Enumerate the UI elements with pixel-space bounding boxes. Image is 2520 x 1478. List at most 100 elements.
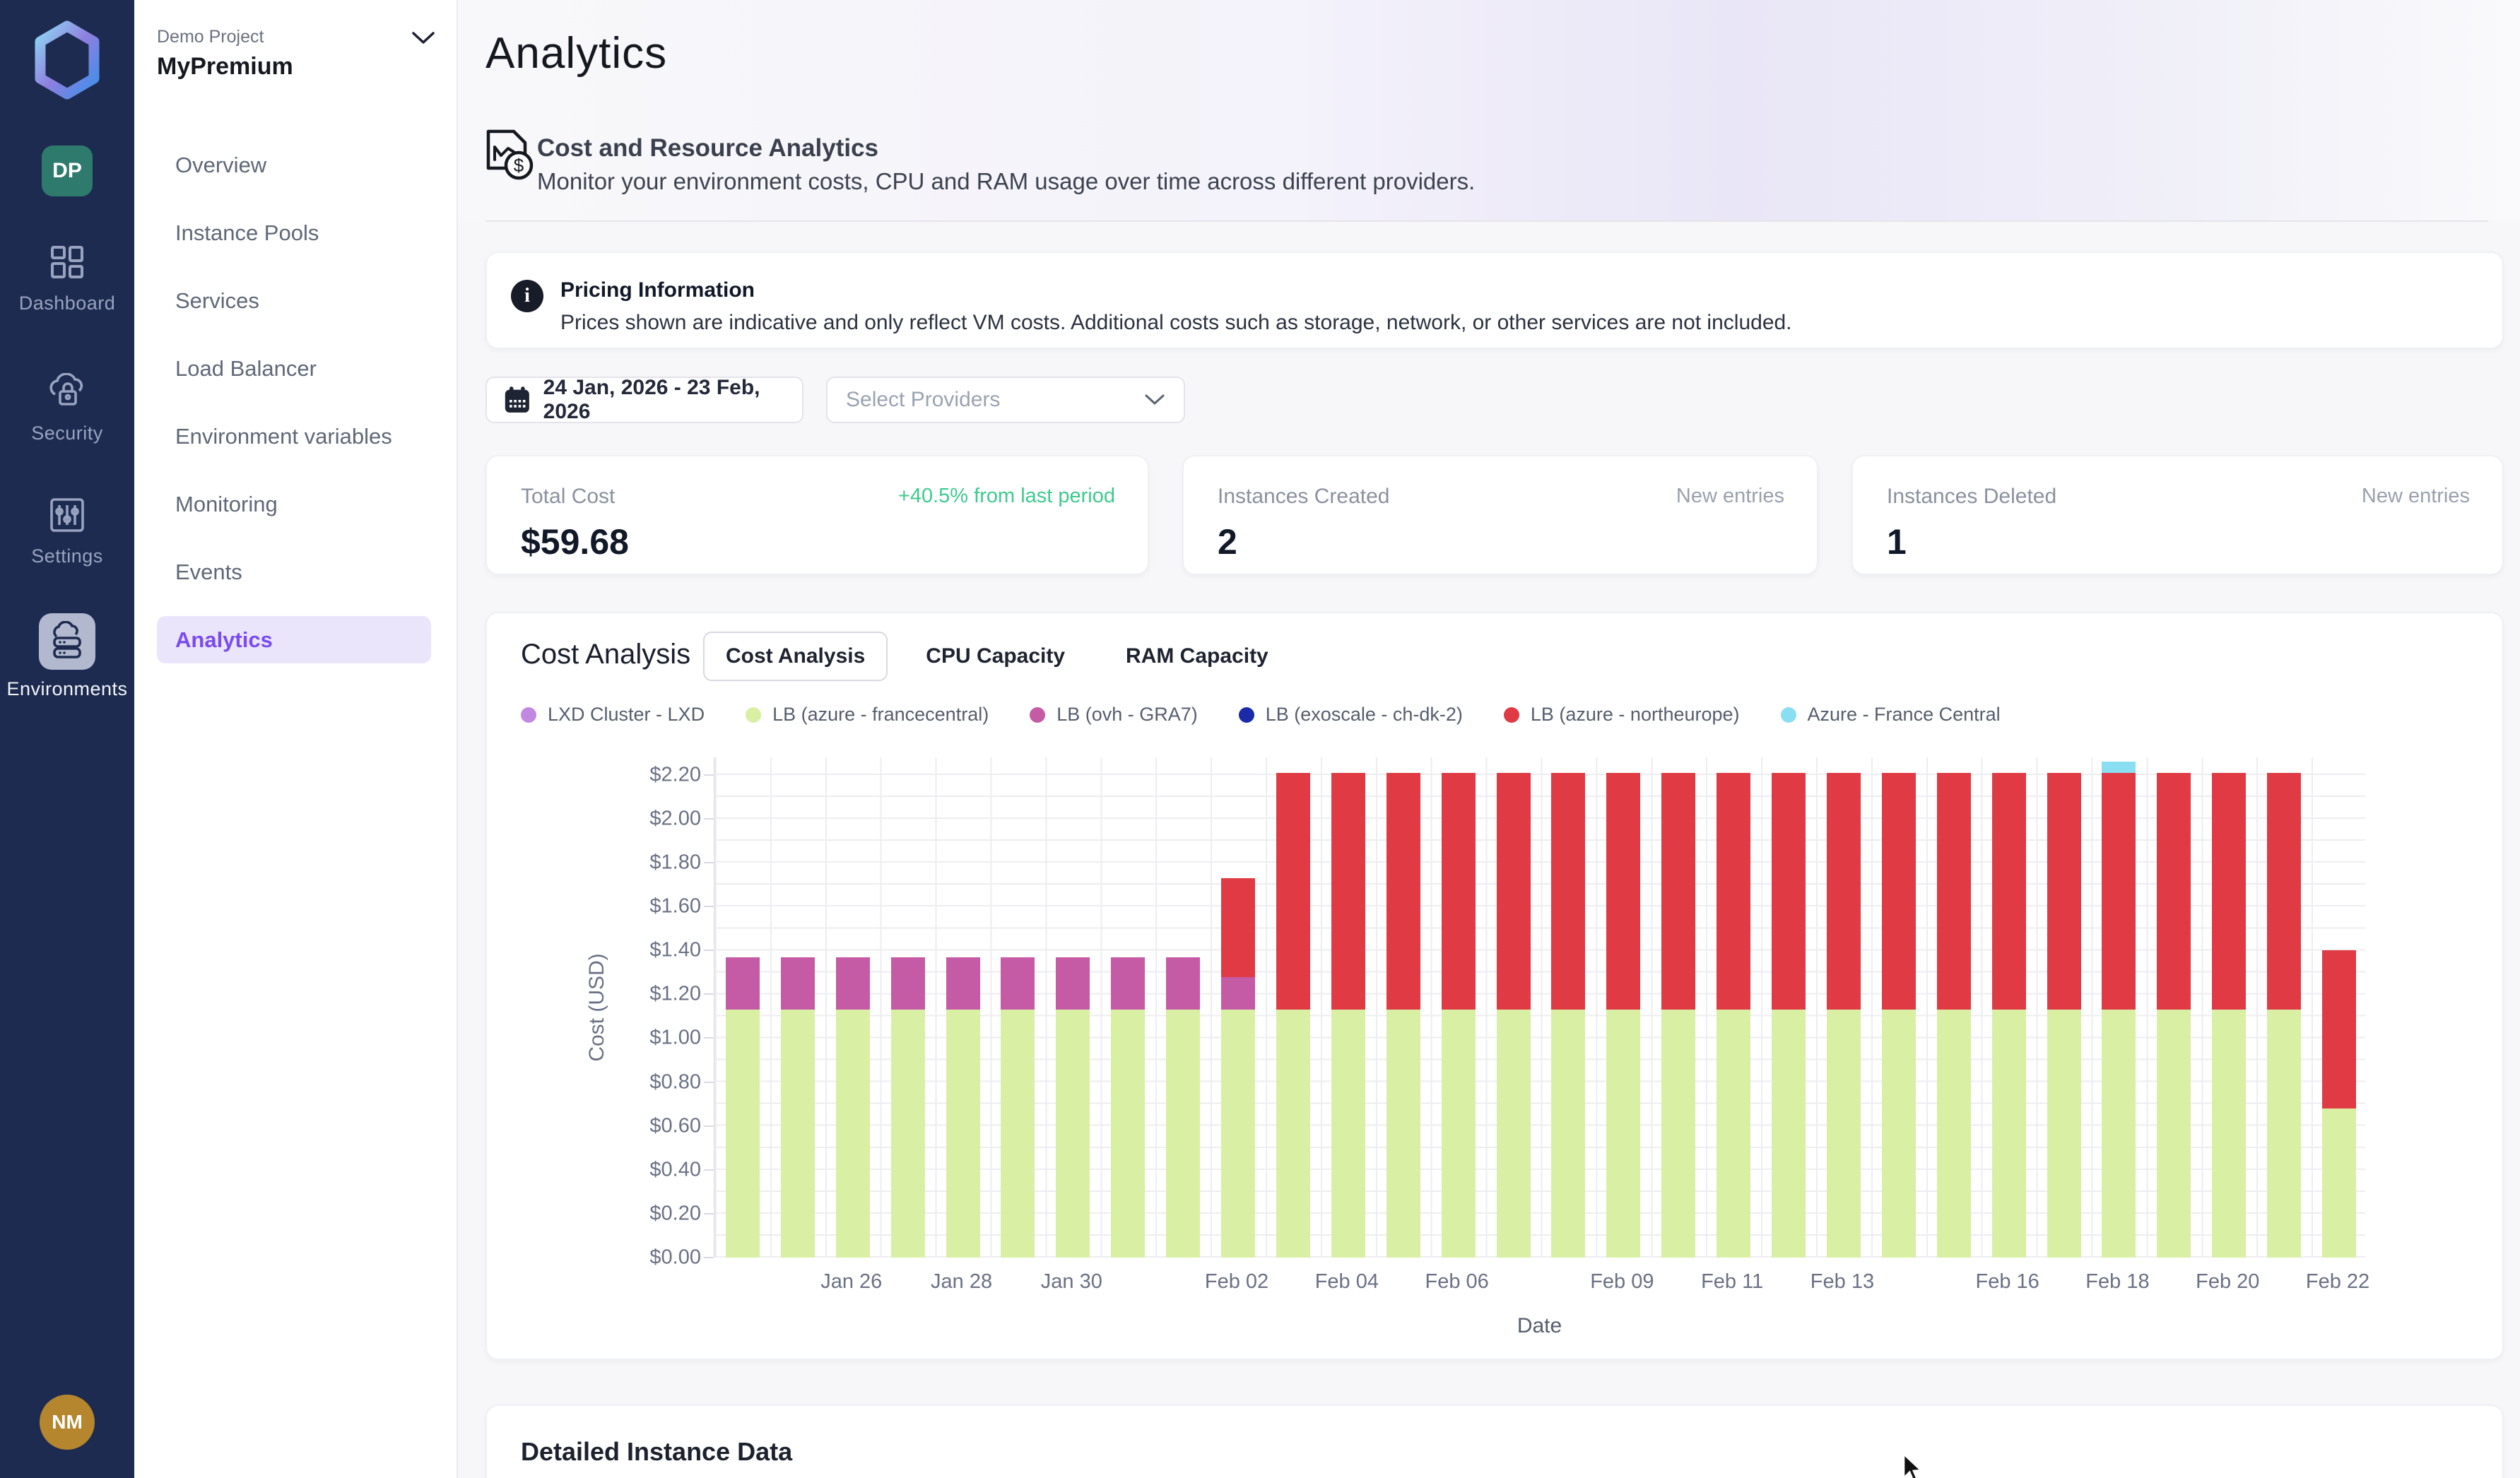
chart-legend: LXD Cluster - LXD LB (azure - francecentr… <box>521 704 2001 726</box>
bar-feb-14[interactable] <box>1882 773 1916 1258</box>
legend-label: LXD Cluster - LXD <box>548 704 705 726</box>
y-tick-mark <box>704 1169 714 1171</box>
tab-cost-analysis[interactable]: Cost Analysis <box>703 632 888 681</box>
x-tick-label: Jan 26 <box>820 1270 882 1294</box>
y-tick-label: $1.20 <box>649 983 701 1006</box>
rail-item-dashboard[interactable]: Dashboard <box>0 240 134 314</box>
bar-jan-24[interactable] <box>726 957 760 1258</box>
bar-segment <box>1221 1010 1255 1258</box>
bar-feb-10[interactable] <box>1661 773 1695 1258</box>
app-logo[interactable] <box>0 0 134 120</box>
stat-label: Instances Deleted <box>1887 485 2056 509</box>
bar-feb-04[interactable] <box>1331 773 1365 1258</box>
rail-item-settings[interactable]: Settings <box>0 493 134 567</box>
sidebar-item-monitoring[interactable]: Monitoring <box>157 480 431 528</box>
tab-ram-capacity[interactable]: RAM Capacity <box>1103 632 1291 681</box>
bar-jan-26[interactable] <box>836 957 870 1258</box>
sidebar-item-overview[interactable]: Overview <box>157 141 431 189</box>
chart-plot[interactable] <box>714 757 2365 1258</box>
sidebar-item-analytics[interactable]: Analytics <box>157 616 431 663</box>
x-tick-label: Feb 11 <box>1701 1270 1763 1294</box>
bar-feb-17[interactable] <box>2047 773 2081 1258</box>
bar-feb-20[interactable] <box>2212 773 2246 1258</box>
stat-card-instances-deleted: Instances Deleted New entries 1 <box>1851 455 2504 575</box>
y-axis: Cost (USD) $0.00$0.20$0.40$0.60$0.80$1.0… <box>555 757 714 1258</box>
section-subtitle: Monitor your environment costs, CPU and … <box>537 168 1475 195</box>
bar-feb-21[interactable] <box>2267 773 2301 1258</box>
bar-segment <box>1001 957 1035 1010</box>
sidebar-item-instance-pools[interactable]: Instance Pools <box>157 209 431 256</box>
pricing-banner: i Pricing Information Prices shown are i… <box>485 252 2504 349</box>
bar-feb-02[interactable] <box>1221 878 1255 1258</box>
bar-jan-29[interactable] <box>1001 957 1035 1258</box>
bar-jan-28[interactable] <box>946 957 980 1258</box>
stat-label: Instances Created <box>1218 485 1389 509</box>
y-tick-label: $0.20 <box>649 1202 701 1225</box>
sidebar-item-load-balancer[interactable]: Load Balancer <box>157 345 431 392</box>
bar-feb-05[interactable] <box>1386 773 1420 1258</box>
bar-segment <box>1992 773 2026 1010</box>
bar-feb-09[interactable] <box>1606 773 1640 1258</box>
bar-feb-16[interactable] <box>1992 773 2026 1258</box>
bar-feb-01[interactable] <box>1166 957 1200 1258</box>
cost-analytics-icon: $ <box>485 129 535 187</box>
legend-item[interactable]: Azure - France Central <box>1781 704 2001 726</box>
date-range-picker[interactable]: 24 Jan, 2026 - 23 Feb, 2026 <box>485 377 803 423</box>
bar-jan-27[interactable] <box>891 957 925 1258</box>
bar-jan-31[interactable] <box>1111 957 1145 1258</box>
bar-segment <box>1497 773 1531 1010</box>
legend-item[interactable]: LB (azure - francecentral) <box>746 704 989 726</box>
bar-segment <box>1551 1010 1585 1258</box>
grid-icon <box>45 240 89 284</box>
cost-analysis-card: Cost Analysis Cost AnalysisCPU CapacityR… <box>485 612 2504 1360</box>
bar-segment <box>1442 773 1476 1010</box>
icon-rail: DP Dashboard Security Settings Environme… <box>0 0 134 1478</box>
bar-feb-07[interactable] <box>1497 773 1531 1258</box>
bar-segment <box>2322 950 2356 1108</box>
y-tick-label: $0.80 <box>649 1070 701 1094</box>
app-screen: DP Dashboard Security Settings Environme… <box>0 0 2520 1478</box>
bar-feb-15[interactable] <box>1937 773 1971 1258</box>
bar-feb-03[interactable] <box>1276 773 1310 1258</box>
y-tick-label: $0.00 <box>649 1246 701 1270</box>
bar-feb-06[interactable] <box>1442 773 1476 1258</box>
bar-jan-30[interactable] <box>1056 957 1090 1258</box>
stat-note: New entries <box>1676 485 1784 508</box>
x-tick-label: Feb 04 <box>1315 1270 1379 1294</box>
bar-feb-22[interactable] <box>2322 950 2356 1258</box>
legend-item[interactable]: LB (azure - northeurope) <box>1504 704 1740 726</box>
bar-segment <box>1386 1010 1420 1258</box>
y-tick-mark <box>704 906 714 907</box>
bar-feb-13[interactable] <box>1827 773 1861 1258</box>
project-switcher[interactable]: Demo Project MyPremium <box>157 27 440 81</box>
rail-item-security[interactable]: Security <box>0 370 134 444</box>
header-divider <box>485 220 2488 222</box>
bar-segment <box>1937 773 1971 1010</box>
x-tick-label: Feb 22 <box>2306 1270 2369 1294</box>
tab-cpu-capacity[interactable]: CPU Capacity <box>903 632 1088 681</box>
sidebar-item-services[interactable]: Services <box>157 277 431 324</box>
bar-feb-19[interactable] <box>2157 773 2191 1258</box>
project-avatar[interactable]: DP <box>42 146 93 196</box>
y-tick-label: $2.20 <box>649 763 701 786</box>
bar-segment <box>2322 1108 2356 1258</box>
sidebar-item-events[interactable]: Events <box>157 548 431 596</box>
user-avatar[interactable]: NM <box>40 1395 95 1450</box>
bar-segment <box>1276 773 1310 1010</box>
rail-item-environments[interactable]: Environments <box>0 613 134 700</box>
chevron-down-icon[interactable] <box>411 31 435 45</box>
bar-segment <box>1331 773 1365 1010</box>
y-tick-mark <box>704 1082 714 1083</box>
mouse-cursor <box>1900 1453 1925 1478</box>
bar-jan-25[interactable] <box>781 957 815 1258</box>
legend-item[interactable]: LB (ovh - GRA7) <box>1030 704 1198 726</box>
bar-feb-18[interactable] <box>2102 762 2136 1258</box>
main-content: Analytics $ Cost and Resource Analytics … <box>458 0 2520 1478</box>
provider-select[interactable]: Select Providers <box>826 377 1185 423</box>
bar-feb-08[interactable] <box>1551 773 1585 1258</box>
bar-feb-11[interactable] <box>1717 773 1750 1258</box>
legend-item[interactable]: LB (exoscale - ch-dk-2) <box>1239 704 1463 726</box>
legend-item[interactable]: LXD Cluster - LXD <box>521 704 705 726</box>
sidebar-item-environment-variables[interactable]: Environment variables <box>157 413 431 460</box>
bar-feb-12[interactable] <box>1772 773 1806 1258</box>
